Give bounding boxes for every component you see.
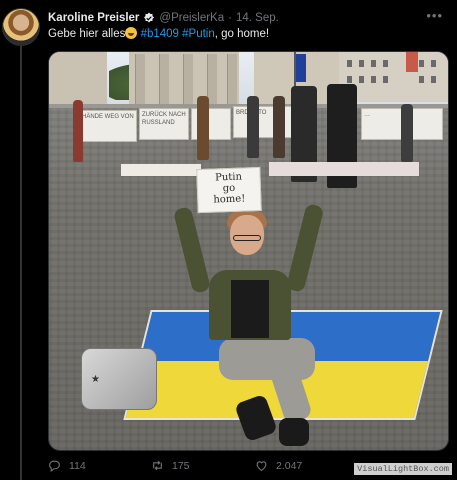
grinning-emoji-icon xyxy=(125,27,138,39)
photo-person-1 xyxy=(73,100,83,162)
tweet-photo[interactable]: HÄNDE WEG VON ZURÜCK NACH RUSSLAND BRD N… xyxy=(48,51,449,451)
thread-line xyxy=(20,46,22,480)
star-icon: ★ xyxy=(91,374,100,385)
retweet-count: 175 xyxy=(172,459,190,472)
photo-banner-2: ZURÜCK NACH RUSSLAND xyxy=(139,108,189,140)
photo-woman-arm-right xyxy=(285,203,325,293)
photo-woman-arm-left xyxy=(172,206,212,294)
photo-person-4 xyxy=(273,96,285,158)
photo-woman-shirt xyxy=(231,280,269,338)
photo-building-left xyxy=(49,52,107,104)
photo-floor-banner-right xyxy=(269,162,419,176)
tweet-text: Gebe hier alles #b1409 #Putin, go home! xyxy=(48,27,447,40)
reply-count: 114 xyxy=(69,459,86,472)
photo-floor-banner-left xyxy=(121,164,201,176)
photo-woman-legs xyxy=(219,338,315,380)
author-name[interactable]: Karoline Preisler xyxy=(48,12,139,24)
tweet-actions: 114 175 2.047 xyxy=(48,459,318,475)
hashtag-b1409[interactable]: #b1409 xyxy=(141,28,179,40)
photo-person-7 xyxy=(401,104,413,162)
tweet-text-end: , go home! xyxy=(214,28,270,40)
retweet-button[interactable]: 175 xyxy=(151,459,190,472)
photo-boot-right xyxy=(279,418,309,446)
tweet-header: Karoline Preisler @PreislerKa · 14. Sep.… xyxy=(48,8,451,27)
like-button[interactable]: 2.047 xyxy=(255,459,302,472)
retweet-icon xyxy=(151,459,164,472)
like-icon xyxy=(255,459,268,472)
photo-red-banner xyxy=(406,52,418,72)
photo-banner-1: HÄNDE WEG VON xyxy=(79,110,137,142)
more-options-icon[interactable]: ••• xyxy=(426,8,443,23)
tweet-date[interactable]: 14. Sep. xyxy=(236,12,279,24)
reply-icon xyxy=(48,459,61,473)
photo-brandenburg-gate xyxy=(129,52,239,104)
author-handle[interactable]: @PreislerKa xyxy=(159,12,224,24)
avatar[interactable] xyxy=(2,8,40,46)
photo-woman-glasses xyxy=(233,235,261,241)
photo-person-2 xyxy=(197,96,209,160)
watermark[interactable]: VisualLightBox.com xyxy=(354,463,452,475)
separator-dot: · xyxy=(228,12,232,24)
hashtag-putin[interactable]: #Putin xyxy=(182,28,215,40)
photo-small-flag xyxy=(296,54,306,82)
photo-person-3 xyxy=(247,96,259,158)
reply-button[interactable]: 114 xyxy=(48,459,86,473)
tweet-text-start: Gebe hier alles xyxy=(48,28,126,40)
sign-line-3: home! xyxy=(213,193,246,206)
photo-protest-sign: Putin go home! xyxy=(196,166,262,214)
like-count: 2.047 xyxy=(276,459,303,472)
verified-badge-icon xyxy=(143,12,155,24)
